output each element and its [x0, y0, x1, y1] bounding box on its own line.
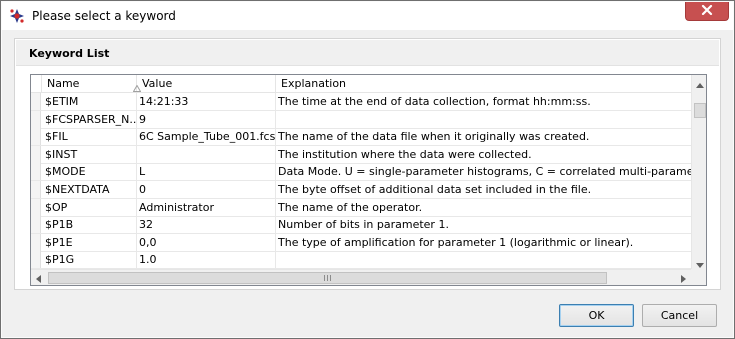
group-header: Keyword List	[16, 40, 719, 66]
table-row[interactable]: $OP Administrator The name of the operator…	[31, 198, 691, 217]
column-header-name[interactable]: Name	[42, 75, 142, 93]
cell-value[interactable]: L	[137, 163, 276, 181]
cell-name[interactable]: $OP	[42, 198, 137, 216]
column-header-value[interactable]: Value	[137, 75, 276, 93]
cell-explanation[interactable]: The time at the end of data collection, …	[276, 93, 691, 110]
scroll-left-icon[interactable]	[36, 274, 41, 285]
table-row[interactable]: $MODE L Data Mode. U = single-parameter hi…	[31, 163, 691, 182]
cell-value[interactable]: 1.0	[137, 251, 276, 269]
window-title: Please select a keyword	[32, 9, 176, 23]
flowjo-app-icon	[9, 8, 25, 24]
title-bar[interactable]: Please select a keyword	[2, 2, 733, 30]
table-header: Name Value Explanation	[31, 75, 691, 93]
close-button[interactable]	[685, 2, 729, 21]
cell-value[interactable]	[137, 145, 276, 163]
table-row[interactable]: $FCSPARSER_N... 9	[31, 110, 691, 129]
scroll-right-icon[interactable]	[681, 274, 686, 285]
row-header-corner	[31, 75, 42, 93]
row-header[interactable]	[31, 93, 41, 110]
cell-explanation[interactable]: The name of the operator.	[276, 199, 691, 216]
cell-name[interactable]: $NEXTDATA	[42, 181, 137, 198]
group-title: Keyword List	[29, 47, 110, 60]
horizontal-scroll-thumb[interactable]	[48, 272, 607, 284]
cell-value[interactable]: 14:21:33	[137, 93, 276, 110]
cell-explanation[interactable]: The name of the data file when it origin…	[276, 128, 691, 145]
table-row[interactable]: $FIL 6C Sample_Tube_001.fcs The name of th…	[31, 128, 691, 147]
cell-value[interactable]: 0,0	[137, 233, 276, 251]
cell-name[interactable]: $P1G	[42, 251, 137, 269]
cell-name[interactable]: $P1E	[42, 233, 137, 251]
row-header[interactable]	[31, 181, 41, 198]
cell-name[interactable]: $INST	[42, 145, 137, 163]
column-header-label: Name	[47, 77, 80, 90]
table-row[interactable]: $ETIM 14:21:33 The time at the end of data…	[31, 93, 691, 111]
cell-explanation[interactable]: The byte offset of additional data set i…	[276, 181, 691, 198]
cell-name[interactable]: $FIL	[42, 128, 137, 146]
row-header[interactable]	[31, 251, 41, 269]
cell-explanation[interactable]: The type of amplification for parameter …	[276, 234, 691, 251]
keyword-dialog: Please select a keyword Keyword List Nam…	[0, 0, 735, 339]
grip-icon	[323, 272, 332, 284]
table-row[interactable]: $P1G 1.0	[31, 251, 691, 270]
table-row[interactable]: $P1E 0,0 The type of amplification for par…	[31, 233, 691, 252]
row-header[interactable]	[31, 110, 41, 128]
cell-value[interactable]: 9	[137, 110, 276, 128]
horizontal-scrollbar[interactable]	[31, 269, 691, 285]
table-row[interactable]: $INST The institution where the data were…	[31, 145, 691, 164]
vertical-scrollbar[interactable]	[691, 75, 706, 269]
cell-value[interactable]: 0	[137, 181, 276, 198]
row-header[interactable]	[31, 163, 41, 181]
ok-button[interactable]: OK	[559, 304, 634, 327]
cell-value[interactable]: 6C Sample_Tube_001.fcs	[137, 128, 276, 146]
row-header[interactable]	[31, 216, 41, 234]
row-header[interactable]	[31, 128, 41, 146]
column-header-explanation[interactable]: Explanation	[276, 75, 691, 93]
cell-name[interactable]: $FCSPARSER_N...	[42, 110, 137, 128]
cancel-button[interactable]: Cancel	[642, 304, 717, 327]
row-header[interactable]	[31, 145, 41, 163]
cell-name[interactable]: $MODE	[42, 163, 137, 181]
cell-name[interactable]: $P1B	[42, 216, 137, 234]
scrollbar-corner	[691, 269, 706, 285]
table-row[interactable]: $NEXTDATA 0 The byte offset of additional …	[31, 181, 691, 199]
vertical-scroll-thumb[interactable]	[694, 103, 706, 118]
cell-explanation[interactable]	[276, 111, 691, 128]
cell-explanation[interactable]: Number of bits in parameter 1.	[276, 216, 691, 233]
row-header[interactable]	[31, 233, 41, 251]
scroll-up-icon[interactable]	[696, 79, 704, 91]
cell-explanation[interactable]: The institution where the data were coll…	[276, 146, 691, 163]
cell-value[interactable]: 32	[137, 216, 276, 234]
keyword-table[interactable]: Name Value Explanation $ETIM 14:21:33 The …	[30, 74, 707, 286]
cell-explanation[interactable]: Data Mode. U = single-parameter histogra…	[276, 163, 691, 180]
table-row[interactable]: $P1B 32 Number of bits in parameter 1.	[31, 216, 691, 235]
cell-name[interactable]: $ETIM	[42, 93, 137, 110]
row-header[interactable]	[31, 198, 41, 216]
close-icon	[701, 4, 713, 18]
cell-value[interactable]: Administrator	[137, 198, 276, 216]
cell-explanation[interactable]	[276, 251, 691, 268]
